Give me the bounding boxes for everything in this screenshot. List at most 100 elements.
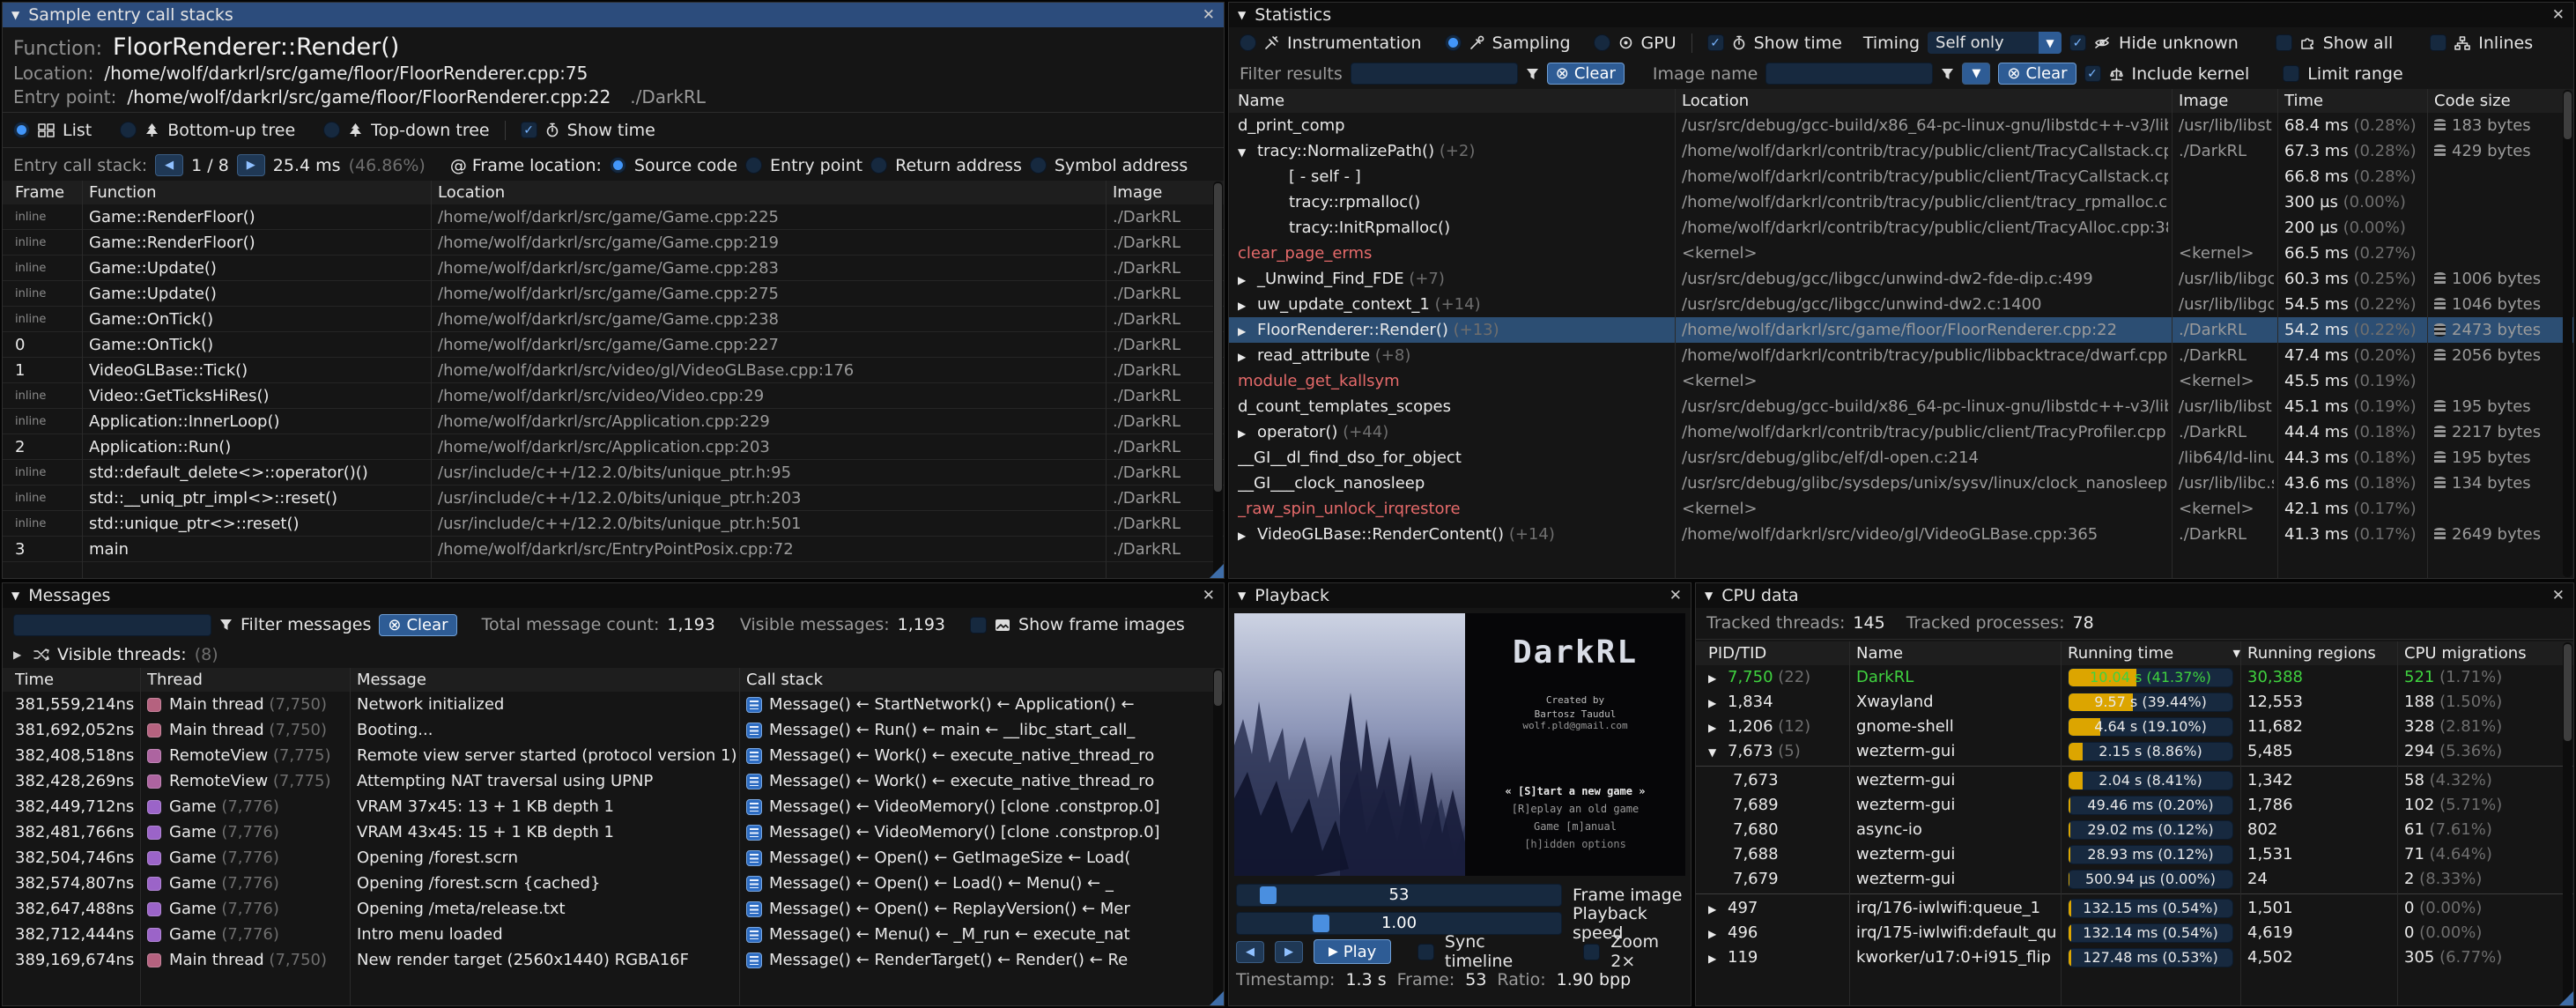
inlines-label[interactable]: Inlines xyxy=(2478,33,2533,53)
collapse-icon[interactable]: ▼ xyxy=(1708,740,1728,764)
frame-table-row[interactable]: inlineGame::RenderFloor()/home/wolf/dark… xyxy=(3,204,1224,230)
next-stack-button[interactable]: ▶ xyxy=(237,154,265,176)
clear-filter-button[interactable]: ⊗Clear xyxy=(1547,63,1625,85)
statistics-row[interactable]: ▶read_attribute (+8)/home/wolf/darkrl/co… xyxy=(1229,343,2573,368)
scrollbar[interactable] xyxy=(2563,642,2572,1004)
frame-table-row[interactable]: 1VideoGLBase::Tick()/home/wolf/darkrl/sr… xyxy=(3,358,1224,383)
frame-table-row[interactable]: inlinestd::unique_ptr<>::reset()/usr/inc… xyxy=(3,511,1224,537)
frame-table-row[interactable]: 0Game::OnTick()/home/wolf/darkrl/src/gam… xyxy=(3,332,1224,358)
col-header-image[interactable]: Image xyxy=(2179,89,2274,113)
message-row[interactable]: 382,504,746nsGame (7,776)Opening /forest… xyxy=(3,845,1224,871)
statistics-row[interactable]: clear_page_erms<kernel><kernel>66.5 ms (… xyxy=(1229,241,2573,266)
collapse-icon[interactable]: ▼ xyxy=(11,589,19,602)
prev-stack-button[interactable]: ◀ xyxy=(155,154,183,176)
col-header-cpu-migrations[interactable]: CPU migrations xyxy=(2404,641,2563,665)
message-row[interactable]: 382,428,269nsRemoteView (7,775)Attemptin… xyxy=(3,768,1224,794)
frame-table-row[interactable]: inlineGame::RenderFloor()/home/wolf/dark… xyxy=(3,230,1224,256)
clear-image-filter-button[interactable]: ⊗Clear xyxy=(1998,63,2076,85)
zoom-2x-checkbox[interactable] xyxy=(1583,944,1600,960)
frame-table-row[interactable]: inlineGame::OnTick()/home/wolf/darkrl/sr… xyxy=(3,307,1224,332)
col-header-function[interactable]: Function xyxy=(89,181,429,204)
sort-desc-icon[interactable]: ▼ xyxy=(2217,641,2240,665)
collapse-icon[interactable]: ▼ xyxy=(1238,140,1257,164)
expand-icon[interactable]: ▶ xyxy=(13,649,26,661)
message-row[interactable]: 382,481,766nsGame (7,776)VRAM 43x45: 15 … xyxy=(3,819,1224,845)
show-time-label[interactable]: Show time xyxy=(1754,33,1842,53)
call-stack-icon[interactable] xyxy=(746,774,762,789)
col-header-name[interactable]: Name xyxy=(1238,89,1673,113)
col-header-running-time[interactable]: Running time xyxy=(2068,641,2217,665)
statistics-row[interactable]: ▶_Unwind_Find_FDE (+7)/usr/src/debug/gcc… xyxy=(1229,266,2573,292)
entry-point-radio[interactable] xyxy=(745,157,762,174)
col-header-frame[interactable]: Frame xyxy=(15,181,77,204)
symbol-address-radio[interactable] xyxy=(1030,157,1047,174)
show-time-checkbox[interactable]: ✓ xyxy=(1707,34,1724,51)
symbol-address-label[interactable]: Symbol address xyxy=(1055,156,1188,175)
call-stack-cell[interactable]: Message() ← VideoMemory() [clone .constp… xyxy=(746,794,1217,819)
top-down-radio[interactable] xyxy=(323,122,340,138)
clear-messages-button[interactable]: ⊗Clear xyxy=(379,614,456,636)
expand-icon[interactable]: ▶ xyxy=(1708,715,1728,739)
show-frame-images-checkbox[interactable] xyxy=(970,617,987,634)
sampling-radio[interactable] xyxy=(1445,34,1462,51)
hide-unknown-label[interactable]: Hide unknown xyxy=(2119,33,2239,53)
call-stack-icon[interactable] xyxy=(746,825,762,841)
expand-icon[interactable]: ▶ xyxy=(1708,666,1728,690)
show-time-label[interactable]: Show time xyxy=(567,121,655,140)
hide-unknown-checkbox[interactable]: ✓ xyxy=(2069,34,2086,51)
close-icon[interactable]: ✕ xyxy=(1203,587,1215,604)
col-header-time[interactable]: Time xyxy=(2284,89,2424,113)
resize-grip[interactable] xyxy=(1210,991,1224,1005)
message-row[interactable]: 382,449,712nsGame (7,776)VRAM 37x45: 13 … xyxy=(3,794,1224,819)
image-name-input[interactable] xyxy=(1765,63,1933,85)
col-header-image[interactable]: Image xyxy=(1113,181,1211,204)
prev-frame-button[interactable]: ◀ xyxy=(1236,941,1264,963)
gpu-label[interactable]: GPU xyxy=(1641,33,1677,53)
call-stack-cell[interactable]: Message() ← RenderTarget() ← Render() ← … xyxy=(746,947,1217,973)
visible-threads-row[interactable]: ▶ Visible threads: (8) xyxy=(3,641,1224,668)
next-frame-button[interactable]: ▶ xyxy=(1275,941,1303,963)
messages-panel-titlebar[interactable]: ▼ Messages ✕ xyxy=(3,583,1224,608)
sampling-label[interactable]: Sampling xyxy=(1492,33,1571,53)
scrollbar[interactable] xyxy=(2563,90,2572,577)
col-header-code-size[interactable]: Code size xyxy=(2434,89,2563,113)
show-frame-images-label[interactable]: Show frame images xyxy=(1018,615,1185,634)
instrumentation-label[interactable]: Instrumentation xyxy=(1287,33,1422,53)
cpu-thread-row[interactable]: 7,679wezterm-gui500.94 µs (0.00%)242 (8.… xyxy=(1696,867,2573,892)
collapse-icon[interactable]: ▼ xyxy=(1705,589,1713,602)
frame-table-row[interactable]: 3main/home/wolf/darkrl/src/EntryPointPos… xyxy=(3,537,1224,562)
sync-timeline-checkbox[interactable] xyxy=(1418,944,1434,960)
scrollbar[interactable] xyxy=(1213,669,1223,1004)
show-time-checkbox[interactable]: ✓ xyxy=(521,122,537,138)
source-code-label[interactable]: Source code xyxy=(634,156,737,175)
expand-icon[interactable]: ▶ xyxy=(1238,319,1257,343)
call-stack-icon[interactable] xyxy=(746,748,762,764)
cpu-thread-row[interactable]: 7,689wezterm-gui49.46 ms (0.20%)1,786102… xyxy=(1696,793,2573,818)
play-button[interactable]: ▶ Play xyxy=(1314,939,1391,964)
call-stack-cell[interactable]: Message() ← Work() ← execute_native_thre… xyxy=(746,768,1217,794)
frame-table-row[interactable]: inlineVideo::GetTicksHiRes()/home/wolf/d… xyxy=(3,383,1224,409)
image-filter-dropdown-button[interactable]: ▼ xyxy=(1962,63,1990,85)
show-all-label[interactable]: Show all xyxy=(2323,33,2394,53)
call-stack-cell[interactable]: Message() ← StartNetwork() ← Application… xyxy=(746,692,1217,717)
frame-table-row[interactable]: inlineGame::Update()/home/wolf/darkrl/sr… xyxy=(3,256,1224,281)
call-stack-icon[interactable] xyxy=(746,697,762,713)
collapse-icon[interactable]: ▼ xyxy=(1238,9,1246,21)
statistics-row[interactable]: tracy::InitRpmalloc()/home/wolf/darkrl/c… xyxy=(1229,215,2573,241)
statistics-row[interactable]: [ - self - ]/home/wolf/darkrl/contrib/tr… xyxy=(1229,164,2573,189)
col-header-running-regions[interactable]: Running regions xyxy=(2247,641,2395,665)
expand-icon[interactable]: ▶ xyxy=(1708,946,1728,970)
expand-icon[interactable]: ▶ xyxy=(1238,421,1257,445)
cpu-thread-row[interactable]: ▶1,206 (12)gnome-shell4.64 s (19.10%)11,… xyxy=(1696,715,2573,739)
close-icon[interactable]: ✕ xyxy=(2552,6,2565,24)
call-stack-icon[interactable] xyxy=(746,723,762,738)
call-stack-cell[interactable]: Message() ← Open() ← ReplayVersion() ← M… xyxy=(746,896,1217,922)
frame-table-row[interactable]: inlinestd::__uniq_ptr_impl<>::reset()/us… xyxy=(3,485,1224,511)
statistics-row[interactable]: __GI___clock_nanosleep/usr/src/debug/gli… xyxy=(1229,471,2573,496)
resize-grip[interactable] xyxy=(2559,991,2573,1005)
expand-icon[interactable]: ▶ xyxy=(1238,345,1257,368)
call-stack-cell[interactable]: Message() ← Run() ← main ← __libc_start_… xyxy=(746,717,1217,743)
playback-panel-titlebar[interactable]: ▼ Playback ✕ xyxy=(1229,583,1691,608)
col-header-name[interactable]: Name xyxy=(1856,641,2059,665)
mode-bottom-up-label[interactable]: Bottom-up tree xyxy=(167,121,295,140)
